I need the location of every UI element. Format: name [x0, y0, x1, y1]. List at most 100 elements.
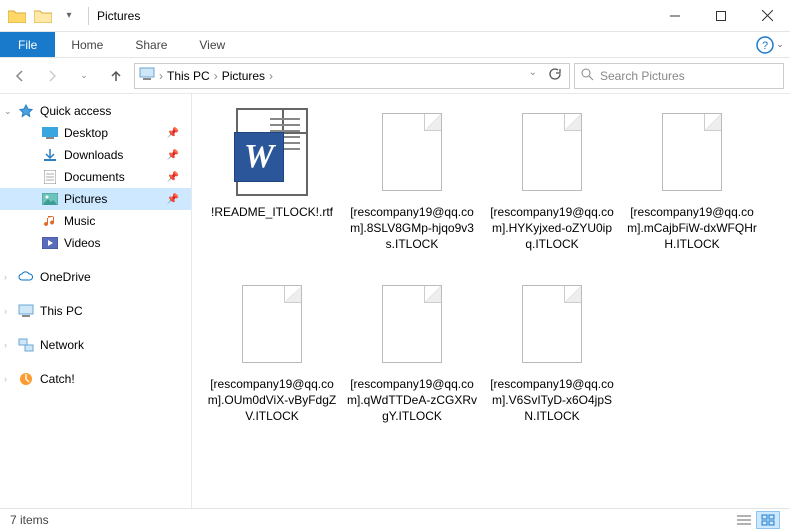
- documents-icon: [42, 169, 58, 185]
- help-button[interactable]: ? ⌄: [750, 32, 790, 57]
- address-actions: ⌄: [525, 67, 565, 84]
- title-bar: ▾ Pictures: [0, 0, 790, 32]
- word-document-icon: W: [236, 108, 308, 196]
- pin-icon: 📌: [167, 172, 179, 183]
- tab-share[interactable]: Share: [119, 32, 183, 57]
- generic-file-icon: [522, 285, 582, 363]
- sidebar-catch[interactable]: › Catch!: [0, 368, 191, 390]
- videos-icon: [42, 235, 58, 251]
- cloud-icon: [18, 269, 34, 285]
- search-box[interactable]: Search Pictures: [574, 63, 784, 89]
- search-icon: [581, 68, 594, 84]
- chevron-right-icon[interactable]: ›: [159, 69, 163, 83]
- chevron-right-icon[interactable]: ›: [4, 272, 7, 282]
- sidebar-item-pictures[interactable]: Pictures 📌: [0, 188, 191, 210]
- sidebar-item-label: Music: [64, 214, 95, 228]
- back-button[interactable]: [6, 62, 34, 90]
- history-chevron-down-icon[interactable]: ⌄: [525, 67, 541, 84]
- close-button[interactable]: [744, 0, 790, 32]
- sidebar-item-videos[interactable]: Videos: [0, 232, 191, 254]
- file-item[interactable]: [rescompany19@qq.com].8SLV8GMp-hjqo9v3s.…: [342, 102, 482, 274]
- breadcrumb-box[interactable]: › This PC › Pictures › ⌄: [134, 63, 570, 89]
- file-item[interactable]: [rescompany19@qq.com].OUm0dViX-vByFdgZV.…: [202, 274, 342, 446]
- pictures-icon: [42, 191, 58, 207]
- file-item[interactable]: [rescompany19@qq.com].mCajbFiW-dxWFQHrH.…: [622, 102, 762, 274]
- chevron-right-icon[interactable]: ›: [4, 374, 7, 384]
- sidebar-this-pc[interactable]: › This PC: [0, 300, 191, 322]
- sidebar-onedrive[interactable]: › OneDrive: [0, 266, 191, 288]
- tab-home[interactable]: Home: [55, 32, 119, 57]
- item-count: 7 items: [10, 513, 49, 527]
- crumb-this-pc[interactable]: This PC: [167, 69, 210, 83]
- sidebar-label: This PC: [40, 304, 83, 318]
- pin-icon: 📌: [167, 128, 179, 139]
- sidebar-label: OneDrive: [40, 270, 91, 284]
- file-name: [rescompany19@qq.com].8SLV8GMp-hjqo9v3s.…: [347, 204, 477, 252]
- chevron-down-icon[interactable]: ⌄: [4, 106, 12, 117]
- desktop-icon: [42, 125, 58, 141]
- file-name: [rescompany19@qq.com].V6SvITyD-x6O4jpSN.…: [487, 376, 617, 424]
- qat-chevron-down-icon[interactable]: ▾: [58, 5, 80, 27]
- recent-chevron-down-icon[interactable]: ⌄: [70, 62, 98, 90]
- sidebar-item-music[interactable]: Music: [0, 210, 191, 232]
- file-name: [rescompany19@qq.com].HYKyjxed-oZYU0ipq.…: [487, 204, 617, 252]
- sidebar-item-label: Pictures: [64, 192, 107, 206]
- quick-access-toolbar: ▾: [0, 5, 80, 27]
- file-item[interactable]: [rescompany19@qq.com].V6SvITyD-x6O4jpSN.…: [482, 274, 622, 446]
- sidebar-item-label: Documents: [64, 170, 125, 184]
- file-name: [rescompany19@qq.com].OUm0dViX-vByFdgZV.…: [207, 376, 337, 424]
- details-view-button[interactable]: [732, 511, 756, 529]
- pc-icon: [18, 303, 34, 319]
- sidebar-item-documents[interactable]: Documents 📌: [0, 166, 191, 188]
- tab-view[interactable]: View: [183, 32, 241, 57]
- sidebar-item-label: Videos: [64, 236, 100, 250]
- downloads-icon: [42, 147, 58, 163]
- catch-icon: [18, 371, 34, 387]
- file-name: !README_ITLOCK!.rtf: [211, 204, 333, 220]
- file-item[interactable]: [rescompany19@qq.com].qWdTTDeA-zCGXRvgY.…: [342, 274, 482, 446]
- minimize-button[interactable]: [652, 0, 698, 32]
- file-list[interactable]: W !README_ITLOCK!.rtf [rescompany19@qq.com…: [192, 94, 790, 508]
- icons-view-button[interactable]: [756, 511, 780, 529]
- main-area: ⌄ Quick access Desktop📌Downloads📌Documen…: [0, 94, 790, 508]
- star-icon: [18, 103, 34, 119]
- generic-file-icon: [522, 113, 582, 191]
- svg-text:?: ?: [762, 40, 768, 52]
- file-item[interactable]: W !README_ITLOCK!.rtf: [202, 102, 342, 274]
- chevron-right-icon[interactable]: ›: [269, 69, 273, 83]
- address-bar: ⌄ › This PC › Pictures › ⌄ Search Pictur…: [0, 58, 790, 94]
- sidebar-network[interactable]: › Network: [0, 334, 191, 356]
- navigation-pane: ⌄ Quick access Desktop📌Downloads📌Documen…: [0, 94, 192, 508]
- sidebar-label: Catch!: [40, 372, 75, 386]
- sidebar-item-label: Downloads: [64, 148, 123, 162]
- sidebar-label: Network: [40, 338, 84, 352]
- up-button[interactable]: [102, 62, 130, 90]
- music-icon: [42, 213, 58, 229]
- forward-button[interactable]: [38, 62, 66, 90]
- refresh-button[interactable]: [543, 67, 565, 84]
- chevron-right-icon[interactable]: ›: [4, 340, 7, 350]
- folder-icon: [6, 5, 28, 27]
- sidebar-label: Quick access: [40, 104, 111, 118]
- file-name: [rescompany19@qq.com].qWdTTDeA-zCGXRvgY.…: [347, 376, 477, 424]
- generic-file-icon: [242, 285, 302, 363]
- pin-icon: 📌: [167, 150, 179, 161]
- maximize-button[interactable]: [698, 0, 744, 32]
- pc-icon: [139, 67, 155, 84]
- generic-file-icon: [662, 113, 722, 191]
- sidebar-item-downloads[interactable]: Downloads 📌: [0, 144, 191, 166]
- chevron-right-icon[interactable]: ›: [4, 306, 7, 316]
- file-item[interactable]: [rescompany19@qq.com].HYKyjxed-oZYU0ipq.…: [482, 102, 622, 274]
- status-bar: 7 items: [0, 508, 790, 530]
- sidebar-quick-access[interactable]: ⌄ Quick access: [0, 100, 191, 122]
- crumb-pictures[interactable]: Pictures: [222, 69, 265, 83]
- ribbon-tabs: File Home Share View ? ⌄: [0, 32, 790, 58]
- search-placeholder: Search Pictures: [600, 69, 685, 83]
- file-name: [rescompany19@qq.com].mCajbFiW-dxWFQHrH.…: [627, 204, 757, 252]
- favorites-icon[interactable]: [32, 5, 54, 27]
- chevron-right-icon[interactable]: ›: [214, 69, 218, 83]
- sidebar-item-desktop[interactable]: Desktop📌: [0, 122, 191, 144]
- file-tab[interactable]: File: [0, 32, 55, 57]
- pin-icon: 📌: [167, 194, 179, 205]
- generic-file-icon: [382, 113, 442, 191]
